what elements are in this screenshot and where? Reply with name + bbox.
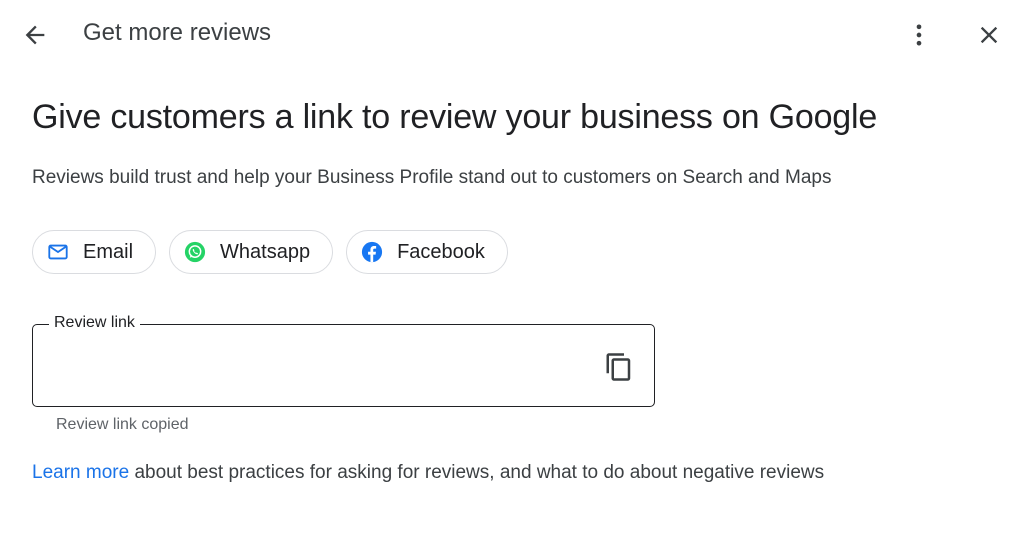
share-chips: Email Whatsapp Facebook [32, 230, 508, 274]
top-app-bar: Get more reviews [0, 0, 1024, 70]
facebook-chip[interactable]: Facebook [346, 230, 508, 274]
whatsapp-chip[interactable]: Whatsapp [169, 230, 334, 274]
close-icon [980, 26, 998, 44]
back-button[interactable] [14, 14, 56, 56]
facebook-chip-label: Facebook [397, 240, 485, 263]
more-vertical-icon [916, 24, 922, 46]
facebook-icon [361, 241, 383, 263]
close-button[interactable] [968, 14, 1010, 56]
footer-rest-text: about best practices for asking for revi… [129, 462, 825, 483]
copy-icon [606, 353, 631, 381]
copy-link-button[interactable] [599, 347, 639, 387]
review-link-field: Review link [32, 314, 655, 407]
learn-more-link[interactable]: Learn more [32, 462, 129, 483]
headline: Give customers a link to review your bus… [32, 98, 878, 136]
footer-text: Learn more about best practices for aski… [32, 462, 824, 484]
email-chip-label: Email [83, 240, 134, 263]
email-chip[interactable]: Email [32, 230, 157, 274]
page-title: Get more reviews [83, 19, 272, 46]
review-link-input[interactable] [49, 351, 593, 383]
review-link-helper-text: Review link copied [56, 416, 189, 433]
subtitle: Reviews build trust and help your Busine… [32, 167, 832, 188]
arrow-left-icon [25, 25, 45, 45]
review-link-label: Review link [49, 314, 140, 332]
more-options-button[interactable] [898, 14, 940, 56]
email-icon [47, 241, 69, 263]
whatsapp-icon [184, 241, 206, 263]
whatsapp-chip-label: Whatsapp [220, 240, 311, 263]
